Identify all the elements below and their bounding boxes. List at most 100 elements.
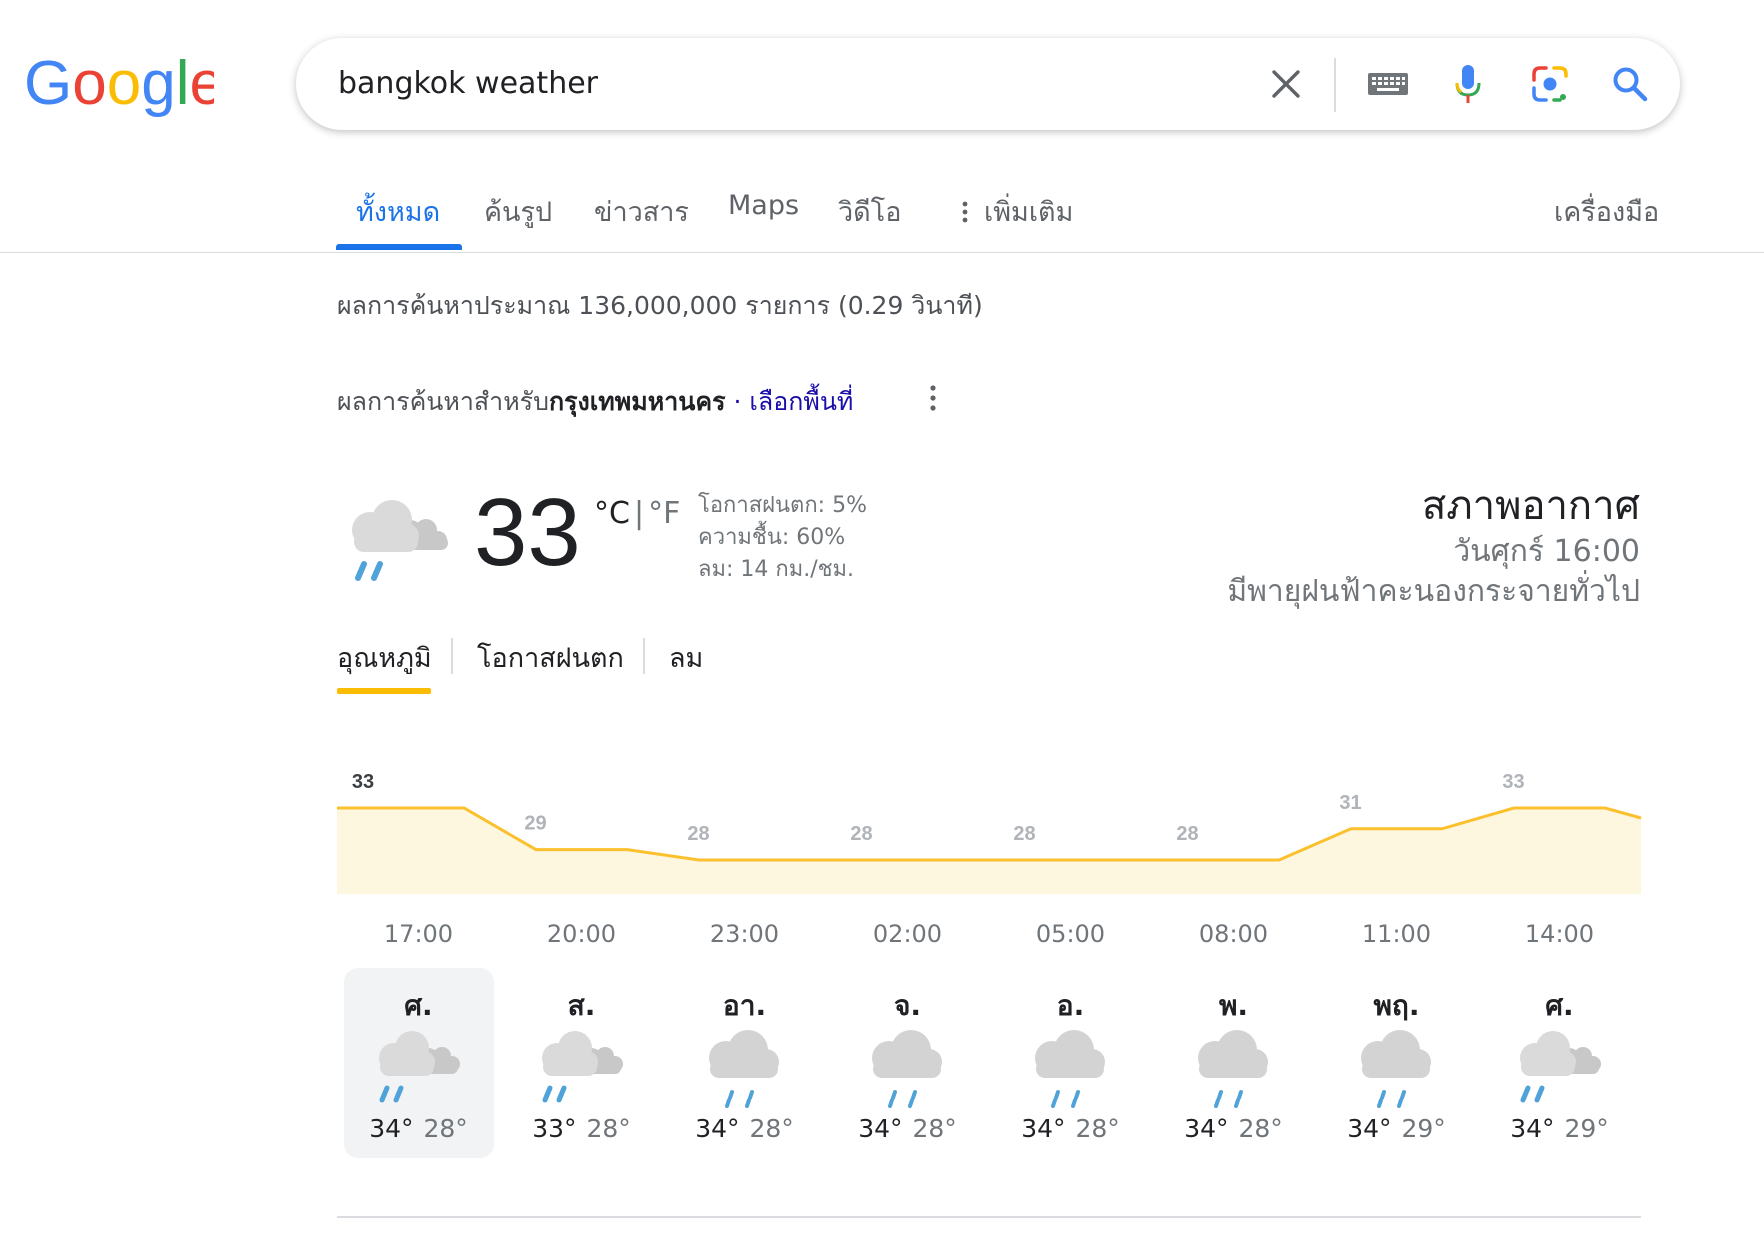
logo-letter: o [72, 49, 106, 118]
hour-label: 20:00 [546, 920, 617, 948]
tab-all[interactable]: ทั้งหมด [356, 190, 440, 233]
camera-lens-icon[interactable] [1518, 38, 1582, 130]
celsius-toggle[interactable]: °C [594, 496, 630, 531]
more-options-icon[interactable] [925, 382, 941, 414]
logo-wordmark: Google [24, 49, 214, 118]
day-low: 28° [912, 1114, 957, 1143]
microphone-icon[interactable] [1438, 38, 1498, 130]
weather-metrics: โอกาสฝนตก: 5% ความชื้น: 60% ลม: 14 กม./ช… [698, 490, 867, 586]
subtab-temperature[interactable]: อุณหภูมิ [337, 636, 432, 679]
logo-letter: g [141, 49, 175, 118]
day-temperatures: 34° 28° [1159, 1114, 1309, 1143]
scattered-thunderstorm-icon [370, 1024, 468, 1108]
day-card[interactable]: ศ. 34° 29° [1485, 968, 1635, 1158]
day-name: อา. [722, 989, 767, 1022]
day-card[interactable]: ศ. 34° 28° [343, 968, 494, 1158]
day-low: 28° [1075, 1114, 1120, 1143]
temperature-chart: 33 29 28 28 28 28 31 33 [337, 771, 1642, 894]
search-tabs: ทั้งหมด ค้นรูป ข่าวสาร Maps วิดีโอ เพิ่ม… [0, 176, 1764, 252]
current-temperature: 33 [474, 479, 581, 586]
day-high: 34° [369, 1114, 414, 1143]
thunderstorm-icon [859, 1024, 957, 1108]
subtab-divider [451, 638, 453, 674]
day-card[interactable]: พ. 34° 28° [1159, 968, 1309, 1158]
active-subtab-indicator [337, 688, 431, 694]
day-name: ศ. [1545, 989, 1574, 1022]
logo-letter: e [189, 49, 214, 118]
temperature-point-label: 28 [1176, 823, 1198, 845]
temperature-point-label: 33 [1502, 771, 1524, 793]
thunderstorm-icon [696, 1024, 794, 1108]
day-name: ศ. [404, 989, 433, 1022]
weather-time: วันศุกร์ 16:00 [1453, 534, 1640, 569]
more-vert-icon [962, 201, 968, 222]
tab-maps[interactable]: Maps [728, 190, 799, 221]
tab-videos[interactable]: วิดีโอ [838, 190, 901, 233]
scattered-thunderstorm-icon [1511, 1024, 1609, 1108]
thunderstorm-icon [1022, 1024, 1120, 1108]
subtab-precipitation[interactable]: โอกาสฝนตก [477, 636, 624, 679]
location-prefix: ผลการค้นหาสำหรับ [337, 387, 549, 416]
day-low: 28° [1238, 1114, 1283, 1143]
day-high: 34° [1021, 1114, 1066, 1143]
choose-area-link[interactable]: เลือกพื้นที่ [749, 387, 853, 416]
day-temperatures: 34° 29° [1322, 1114, 1472, 1143]
day-low: 29° [1564, 1114, 1609, 1143]
day-card[interactable]: อ. 34° 28° [996, 968, 1146, 1158]
scattered-thunderstorm-icon [340, 490, 460, 590]
active-tab-indicator [336, 244, 462, 250]
humidity-value: ความชื้น: 60% [698, 525, 846, 550]
tab-images[interactable]: ค้นรูป [484, 190, 552, 233]
tools-button[interactable]: เครื่องมือ [1554, 190, 1659, 233]
day-temperatures: 33° 28° [507, 1114, 657, 1143]
daily-forecast: ศ. 34° 28° ส. 33° 28° อา. 34° 28° จ. 34° 28° อ. … [337, 968, 1641, 1158]
day-high: 34° [1184, 1114, 1229, 1143]
location-separator: · [725, 387, 750, 416]
close-icon[interactable] [1258, 38, 1314, 130]
weather-summary: สภาพอากาศ วันศุกร์ 16:00 มีพายุฝนฟ้าคะนอ… [1040, 480, 1640, 612]
hour-label: 11:00 [1361, 920, 1432, 948]
day-temperatures: 34° 28° [833, 1114, 983, 1143]
temperature-point-label: 28 [850, 823, 872, 845]
day-low: 29° [1401, 1114, 1446, 1143]
unit-switcher: °C | °F [594, 496, 680, 531]
day-name: จ. [893, 989, 922, 1022]
hour-label: 14:00 [1524, 920, 1595, 948]
logo-letter: G [24, 49, 72, 118]
day-name: พ. [1218, 989, 1249, 1022]
card-bottom-divider [337, 1216, 1641, 1218]
location-line: ผลการค้นหาสำหรับกรุงเทพมหานคร · เลือกพื้… [337, 382, 853, 422]
subtab-divider [643, 638, 645, 674]
tab-more[interactable]: เพิ่มเติม [958, 190, 1073, 233]
day-card[interactable]: อา. 34° 28° [670, 968, 820, 1158]
temperature-point-label: 28 [687, 823, 709, 845]
day-name: อ. [1056, 989, 1085, 1022]
hour-label: 02:00 [872, 920, 943, 948]
logo-letter: o [107, 49, 141, 118]
search-input[interactable]: bangkok weather [338, 38, 598, 130]
hour-label: 05:00 [1035, 920, 1106, 948]
day-low: 28° [423, 1114, 468, 1143]
hour-label: 23:00 [709, 920, 780, 948]
day-high: 34° [1510, 1114, 1555, 1143]
temperature-point-label: 33 [352, 771, 374, 793]
search-box[interactable]: bangkok weather [296, 38, 1680, 130]
weather-title: สภาพอากาศ [1421, 483, 1640, 529]
logo-letter: l [176, 49, 190, 118]
hour-label: 17:00 [383, 920, 454, 948]
day-high: 34° [695, 1114, 740, 1143]
subtab-wind[interactable]: ลม [669, 636, 703, 679]
tab-news[interactable]: ข่าวสาร [594, 190, 689, 233]
tab-more-label: เพิ่มเติม [984, 197, 1074, 228]
fahrenheit-toggle[interactable]: °F [648, 496, 680, 531]
day-temperatures: 34° 29° [1485, 1114, 1635, 1143]
hour-axis: 17:00 20:00 23:00 02:00 05:00 08:00 11:00 14:00 [337, 920, 1641, 960]
day-card[interactable]: ส. 33° 28° [507, 968, 657, 1158]
day-card[interactable]: จ. 34° 28° [833, 968, 983, 1158]
keyboard-icon[interactable] [1358, 38, 1418, 130]
day-card[interactable]: พฤ. 34° 29° [1322, 968, 1472, 1158]
day-high: 34° [858, 1114, 903, 1143]
day-high: 33° [532, 1114, 577, 1143]
search-icon[interactable] [1598, 38, 1662, 130]
google-logo[interactable]: Google [24, 48, 224, 122]
